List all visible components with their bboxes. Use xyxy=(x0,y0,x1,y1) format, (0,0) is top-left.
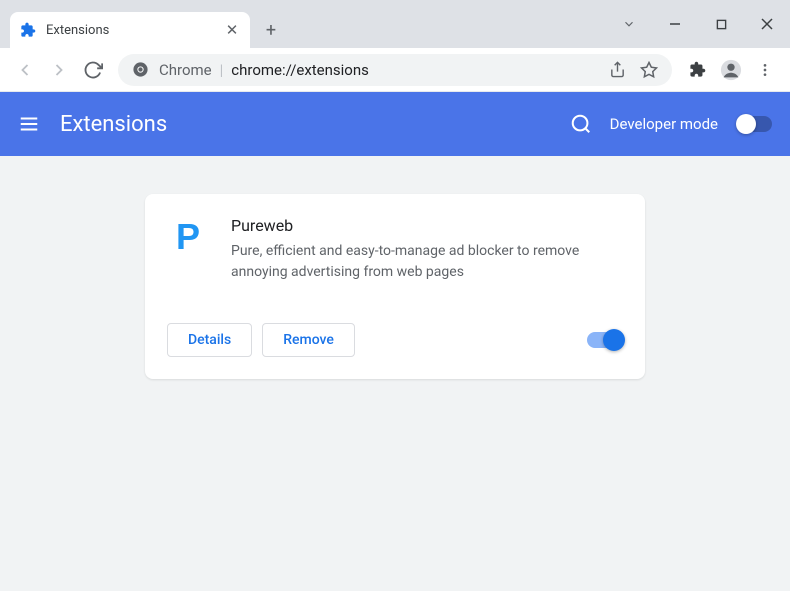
developer-mode-label: Developer mode xyxy=(610,115,718,133)
new-tab-button[interactable]: + xyxy=(256,15,286,45)
page-title: Extensions xyxy=(60,112,167,137)
omnibox-url: chrome://extensions xyxy=(231,61,369,79)
profile-icon[interactable] xyxy=(714,53,748,87)
tab-title: Extensions xyxy=(46,23,224,38)
hamburger-icon[interactable] xyxy=(18,113,40,135)
chrome-icon xyxy=(132,61,149,78)
menu-icon[interactable] xyxy=(748,53,782,87)
share-icon[interactable] xyxy=(609,61,626,78)
close-icon[interactable]: ✕ xyxy=(224,22,240,38)
browser-tab[interactable]: Extensions ✕ xyxy=(10,12,250,48)
back-button[interactable] xyxy=(8,53,42,87)
extension-enable-toggle[interactable] xyxy=(587,332,623,348)
chevron-down-icon[interactable] xyxy=(606,8,652,40)
extension-card: P Pureweb Pure, efficient and easy-to-ma… xyxy=(145,194,645,379)
minimize-button[interactable] xyxy=(652,8,698,40)
extension-description: Pure, efficient and easy-to-manage ad bl… xyxy=(231,241,623,283)
forward-button[interactable] xyxy=(42,53,76,87)
address-bar[interactable]: Chrome | chrome://extensions xyxy=(118,54,672,86)
extension-icon: P xyxy=(167,216,209,258)
window-titlebar: Extensions ✕ + xyxy=(0,0,790,48)
maximize-button[interactable] xyxy=(698,8,744,40)
extensions-icon[interactable] xyxy=(680,53,714,87)
search-icon[interactable] xyxy=(570,113,592,135)
remove-button[interactable]: Remove xyxy=(262,323,355,357)
puzzle-icon xyxy=(20,22,36,38)
details-button[interactable]: Details xyxy=(167,323,252,357)
reload-button[interactable] xyxy=(76,53,110,87)
omnibox-separator: | xyxy=(220,61,224,79)
omnibox-prefix: Chrome xyxy=(159,61,212,79)
bookmark-star-icon[interactable] xyxy=(640,61,658,79)
extensions-header: Extensions Developer mode xyxy=(0,92,790,156)
extensions-content: P Pureweb Pure, efficient and easy-to-ma… xyxy=(0,156,790,591)
browser-toolbar: Chrome | chrome://extensions xyxy=(0,48,790,92)
close-window-button[interactable] xyxy=(744,8,790,40)
extension-name: Pureweb xyxy=(231,216,623,235)
developer-mode-toggle[interactable] xyxy=(736,116,772,132)
